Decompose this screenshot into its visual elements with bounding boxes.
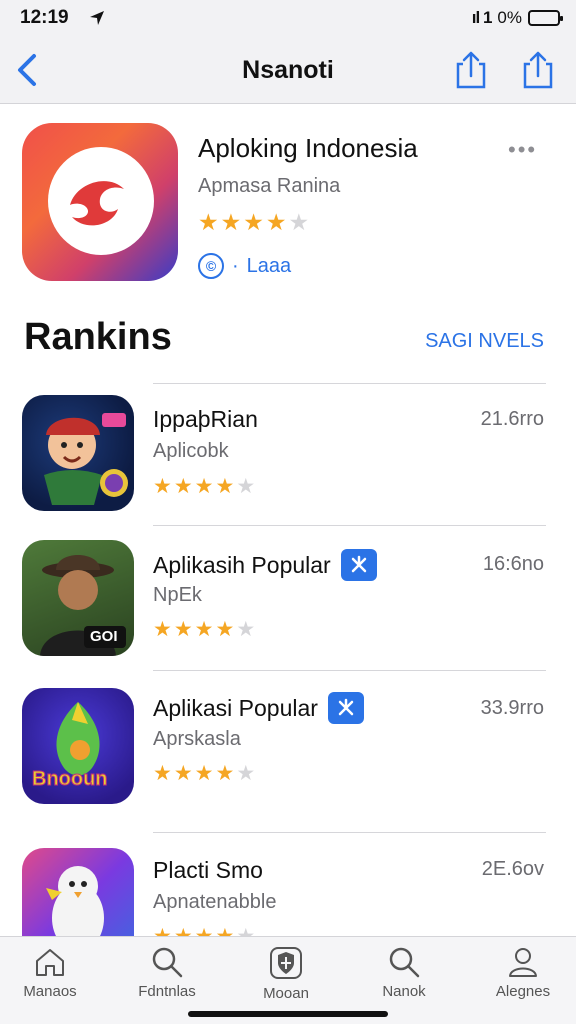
section-title: Rankins xyxy=(24,316,172,358)
star-icon: ★ xyxy=(288,209,310,235)
tab-search-alt[interactable]: Nanok xyxy=(354,945,454,1000)
battery-percent: 0% xyxy=(497,8,522,27)
star-icon: ★ xyxy=(194,762,214,785)
app-size: 21.6rro xyxy=(480,408,544,430)
app-subtitle: Apnatenabble xyxy=(153,891,277,913)
shield-icon xyxy=(270,947,302,979)
star-icon: ★ xyxy=(194,475,214,498)
star-icon: ★ xyxy=(236,475,256,498)
star-icon: ★ xyxy=(173,618,193,641)
tab-label: Mooan xyxy=(263,985,309,1002)
featured-action-link[interactable]: © · Laaa xyxy=(198,253,291,279)
star-icon: ★ xyxy=(153,475,172,498)
app-size: 33.9rro xyxy=(480,697,544,719)
more-options-button[interactable]: ••• xyxy=(508,137,537,163)
star-icon: ★ xyxy=(215,475,235,498)
app-icon-label: GOI xyxy=(90,628,118,645)
star-icon: ★ xyxy=(220,209,242,235)
app-row[interactable]: GOI Aplikasih Popular NpEk ★ ★ ★ ★ ★ 16:… xyxy=(0,538,576,678)
app-logo-icon xyxy=(70,181,124,226)
person-icon xyxy=(509,948,537,977)
app-rating: ★ ★ ★ ★ ★ xyxy=(153,763,255,785)
divider xyxy=(153,832,546,833)
circle-c-icon: © xyxy=(198,253,224,279)
star-icon: ★ xyxy=(198,209,219,235)
tab-label: Fdntnlas xyxy=(138,983,196,1000)
app-row[interactable]: Bnooun Aplikasi Popular Aprskasla ★ ★ ★ … xyxy=(0,685,576,825)
battery-icon xyxy=(528,10,563,26)
home-indicator[interactable] xyxy=(188,1011,388,1017)
app-subtitle: Aplicobk xyxy=(153,440,229,462)
app-icon: GOI xyxy=(22,540,134,656)
app-size: 16:6no xyxy=(482,553,544,575)
featured-action-label: Laaa xyxy=(246,254,292,277)
app-name: Aplikasi Popular xyxy=(153,692,364,724)
app-icon: Bnooun xyxy=(22,688,134,804)
star-icon: ★ xyxy=(194,618,214,641)
tab-search[interactable]: Fdntnlas xyxy=(117,945,217,1000)
app-name: Placti Smo xyxy=(153,857,263,883)
star-icon: ★ xyxy=(153,618,172,641)
featured-rating: ★ ★ ★ ★ ★ xyxy=(198,209,310,235)
dot-separator: · xyxy=(232,254,239,277)
search-icon xyxy=(389,947,420,978)
nav-bar: Nsanoti xyxy=(0,36,576,104)
share-icon xyxy=(523,51,553,89)
app-name: IppaþRian xyxy=(153,406,258,432)
divider xyxy=(153,525,546,526)
featured-app-subtitle: Apmasa Ranina xyxy=(198,175,341,197)
share-button[interactable] xyxy=(453,50,489,90)
app-rating: ★ ★ ★ ★ ★ xyxy=(153,476,255,498)
star-icon: ★ xyxy=(173,762,193,785)
star-icon: ★ xyxy=(153,762,172,785)
app-icon xyxy=(22,395,134,511)
star-icon: ★ xyxy=(215,762,235,785)
tab-label: Manaos xyxy=(23,983,77,1000)
star-icon: ★ xyxy=(265,209,287,235)
home-icon xyxy=(36,949,64,976)
app-rating: ★ ★ ★ ★ ★ xyxy=(153,619,255,641)
app-subtitle: NpEk xyxy=(153,584,202,606)
featured-app-title[interactable]: Aploking Indonesia xyxy=(198,133,418,164)
nav-title: Nsanoti xyxy=(242,56,334,84)
divider xyxy=(153,383,546,384)
tab-label: Nanok xyxy=(382,983,426,1000)
see-all-link[interactable]: SAGI NVELS xyxy=(425,330,544,353)
divider xyxy=(153,670,546,671)
status-time: 12:19 xyxy=(20,7,69,28)
app-subtitle: Aprskasla xyxy=(153,728,241,750)
app-row[interactable]: IppaþRian Aplicobk ★ ★ ★ ★ ★ 21.6rro xyxy=(0,393,576,533)
share-alt-button[interactable] xyxy=(520,50,556,90)
app-size: 2E.6ov xyxy=(481,858,544,880)
tab-shield[interactable]: Mooan xyxy=(236,945,336,1002)
star-icon: ★ xyxy=(215,618,235,641)
status-bar: 12:19 ıl 1 0% xyxy=(0,0,576,36)
app-icon-label: Bnooun xyxy=(32,768,109,791)
tab-home[interactable]: Manaos xyxy=(0,945,100,1000)
location-arrow-icon xyxy=(88,9,106,32)
star-icon: ★ xyxy=(173,475,193,498)
badge-icon xyxy=(340,549,377,581)
signal-icon: ıl 1 xyxy=(471,8,493,27)
share-icon xyxy=(456,51,486,89)
search-icon xyxy=(152,947,183,978)
cartoon-character-icon xyxy=(44,413,128,505)
status-indicators: ıl 1 0% xyxy=(471,8,563,28)
star-icon: ★ xyxy=(236,762,256,785)
featured-app-icon[interactable] xyxy=(22,123,178,281)
app-name: Aplikasih Popular xyxy=(153,549,377,581)
star-icon: ★ xyxy=(236,618,256,641)
badge-icon xyxy=(327,692,364,724)
tab-label: Alegnes xyxy=(495,983,551,1000)
star-icon: ★ xyxy=(243,209,264,235)
tab-profile[interactable]: Alegnes xyxy=(473,945,573,1000)
